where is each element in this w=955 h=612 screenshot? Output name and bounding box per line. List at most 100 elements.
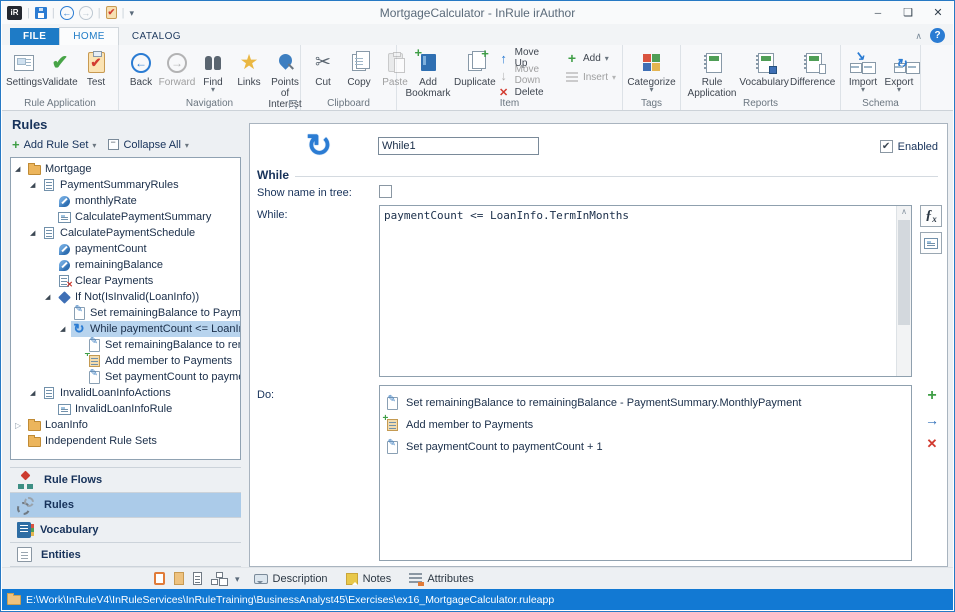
dropdown-caret-icon[interactable]	[235, 573, 240, 585]
tree-item[interactable]: LoanInfo	[11, 417, 240, 433]
bookmark-view-icon[interactable]	[154, 572, 165, 585]
tree-item[interactable]: Add member to Payments	[11, 353, 240, 369]
back-button[interactable]: Back	[123, 48, 159, 89]
do-item[interactable]: Set paymentCount to paymentCount + 1	[385, 436, 906, 458]
collapse-ribbon-icon[interactable]	[915, 30, 922, 42]
diagram-view-icon[interactable]	[211, 572, 226, 585]
expander-icon[interactable]	[30, 181, 41, 189]
tree-item[interactable]: monthlyRate	[11, 193, 240, 209]
scroll-up-icon[interactable]	[897, 207, 911, 216]
difference-report-button[interactable]: Difference	[789, 48, 836, 89]
tree-item[interactable]: If Not(IsInvalid(LoanInfo))	[11, 289, 240, 305]
notes-view-icon[interactable]	[174, 572, 184, 585]
insert-button[interactable]: Insert	[563, 69, 618, 85]
tree-item[interactable]: Clear Payments	[11, 273, 240, 289]
validate-button[interactable]: Validate	[42, 48, 78, 89]
while-expression-text[interactable]: paymentCount <= LoanInfo.TermInMonths	[380, 206, 895, 376]
nav-rule-flows[interactable]: Rule Flows	[10, 467, 241, 492]
expander-icon[interactable]	[30, 229, 41, 237]
nav-vocabulary[interactable]: Vocabulary	[10, 517, 241, 542]
rule-application-report-label: Rule Application	[688, 77, 737, 99]
tree-item[interactable]: InvalidLoanInfoRule	[11, 401, 240, 417]
nav-entities[interactable]: Entities	[10, 542, 241, 567]
arrow-action-button[interactable]	[922, 410, 942, 430]
tree-item[interactable]: paymentCount	[11, 241, 240, 257]
expander-icon[interactable]	[45, 293, 56, 301]
forward-button[interactable]: Forward	[159, 48, 195, 89]
minimize-button[interactable]	[863, 2, 893, 24]
delete-icon	[497, 85, 511, 99]
test-button[interactable]: Test	[78, 48, 114, 89]
dialog-launcher-icon[interactable]	[289, 100, 297, 108]
tree-item[interactable]: InvalidLoanInfoActions	[11, 385, 240, 401]
tab-attributes[interactable]: Attributes	[409, 573, 473, 585]
maximize-button[interactable]	[893, 2, 923, 24]
separator: |	[27, 7, 30, 19]
back-icon[interactable]	[60, 6, 74, 20]
links-button[interactable]: Links	[231, 48, 267, 89]
tree-item[interactable]: Set remainingBalance to remainin	[11, 337, 240, 353]
duplicate-button[interactable]: Duplicate	[455, 48, 495, 89]
do-item[interactable]: Set remainingBalance to remainingBalance…	[385, 392, 906, 414]
nav-rules[interactable]: Rules	[10, 492, 241, 517]
help-icon[interactable]: ?	[930, 28, 945, 43]
dropdown-caret-icon[interactable]	[92, 139, 96, 151]
app-logo-icon[interactable]: iR	[7, 6, 22, 20]
tab-home[interactable]: HOME	[59, 27, 119, 45]
export-button[interactable]: ↻ Export	[881, 48, 917, 93]
do-actions-list[interactable]: Set remainingBalance to remainingBalance…	[379, 385, 912, 561]
expander-icon[interactable]	[60, 325, 71, 333]
close-button[interactable]	[923, 2, 953, 24]
rule-application-report-button[interactable]: Rule Application	[685, 48, 739, 100]
tab-notes[interactable]: Notes	[346, 573, 392, 585]
show-name-checkbox[interactable]	[379, 185, 392, 198]
tree-item[interactable]: Set paymentCount to paymentCo	[11, 369, 240, 385]
tab-description[interactable]: Description	[254, 573, 328, 585]
scrollbar[interactable]	[896, 206, 911, 376]
tree-item[interactable]: Independent Rule Sets	[11, 433, 240, 449]
save-icon[interactable]	[35, 7, 47, 19]
section-divider	[295, 176, 938, 177]
dropdown-caret-icon[interactable]	[185, 139, 189, 151]
move-down-button[interactable]: Move Down	[495, 67, 555, 83]
settings-button[interactable]: Settings	[6, 48, 42, 89]
tree-item[interactable]: PaymentSummaryRules	[11, 177, 240, 193]
expander-icon[interactable]	[15, 165, 26, 173]
tree-item[interactable]: remainingBalance	[11, 257, 240, 273]
copy-label: Copy	[347, 77, 370, 88]
tab-catalog[interactable]: CATALOG	[119, 28, 194, 45]
expander-icon[interactable]	[15, 421, 26, 430]
rule-editor-button[interactable]	[920, 232, 942, 254]
add-button[interactable]: Add	[563, 50, 618, 66]
cut-button[interactable]: Cut	[305, 48, 341, 89]
enabled-toggle[interactable]: Enabled	[880, 140, 938, 153]
add-rule-set-button[interactable]: Add Rule Set	[24, 139, 89, 151]
tree-item[interactable]: Set remainingBalance to PaymentSum	[11, 305, 240, 321]
scrollbar-thumb[interactable]	[898, 220, 910, 325]
rules-tree[interactable]: Mortgage PaymentSummaryRules monthlyRate…	[10, 157, 241, 460]
tree-item[interactable]: Mortgage	[11, 161, 240, 177]
forward-icon[interactable]	[79, 6, 93, 20]
formula-editor-button[interactable]	[920, 205, 942, 227]
find-button[interactable]: Find	[195, 48, 231, 93]
while-expression-box[interactable]: paymentCount <= LoanInfo.TermInMonths	[379, 205, 912, 377]
vocabulary-report-button[interactable]: Vocabulary	[739, 48, 789, 89]
add-action-button[interactable]	[922, 386, 942, 406]
categorize-button[interactable]: Categorize	[627, 48, 676, 93]
list-view-icon[interactable]	[193, 572, 202, 585]
do-item[interactable]: Add member to Payments	[385, 414, 906, 436]
tree-item[interactable]: CalculatePaymentSummary	[11, 209, 240, 225]
customize-toolbar-caret-icon[interactable]	[129, 7, 134, 19]
expander-icon[interactable]	[30, 389, 41, 397]
test-icon[interactable]	[106, 6, 117, 19]
enabled-checkbox[interactable]	[880, 140, 893, 153]
delete-action-button[interactable]	[922, 434, 942, 454]
tab-file[interactable]: FILE	[10, 28, 59, 45]
rule-name-input[interactable]	[378, 137, 539, 155]
tree-item-selected[interactable]: While paymentCount <= LoanInfo.Te	[11, 321, 240, 337]
copy-button[interactable]: Copy	[341, 48, 377, 89]
add-bookmark-button[interactable]: Add Bookmark	[401, 48, 455, 100]
collapse-all-button[interactable]: Collapse All	[123, 139, 180, 151]
tree-item[interactable]: CalculatePaymentSchedule	[11, 225, 240, 241]
import-button[interactable]: ↘ Import	[845, 48, 881, 93]
